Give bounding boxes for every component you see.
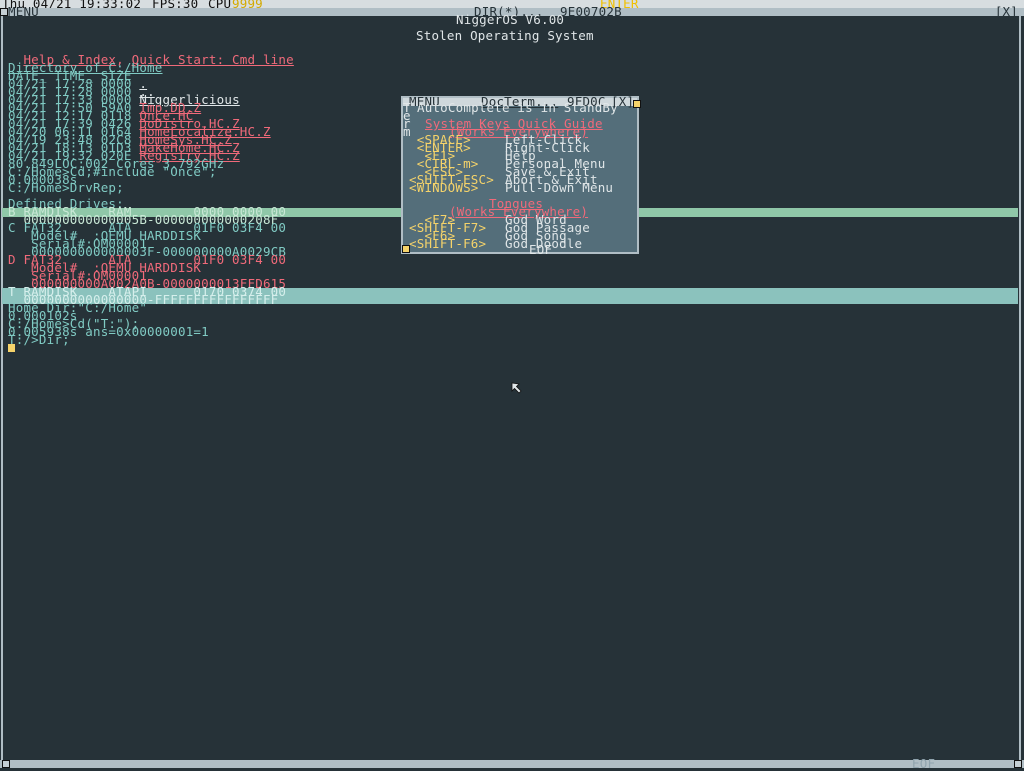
cpu-value: 9999 bbox=[232, 0, 263, 11]
popup-eof: EOF bbox=[529, 242, 553, 257]
popup-resize-handle-top-right[interactable] bbox=[633, 100, 641, 108]
key-desc: Pull-Down Menu bbox=[505, 180, 614, 195]
tongue-row[interactable]: <SHIFT-F6> bbox=[409, 237, 486, 250]
help-line: Help & Index, Quick Start: Cmd line bbox=[23, 52, 294, 67]
bottom-eof: EOF bbox=[912, 756, 936, 771]
os-title: NiggerOS V6.00 bbox=[456, 12, 565, 27]
resize-handle-bottom-right[interactable] bbox=[1014, 760, 1022, 768]
text-cursor bbox=[8, 344, 15, 352]
key-row[interactable]: <WINDOWS> bbox=[409, 181, 479, 194]
fps-text: FPS:30 bbox=[152, 0, 199, 11]
os-subtitle: Stolen Operating System bbox=[416, 28, 594, 43]
console-line: C:/Home>DrvRep; bbox=[8, 180, 124, 195]
docterm-popup[interactable]: MENU DocTerm... 9FD0C [X] T e r m AutoCo… bbox=[401, 95, 641, 257]
mouse-pointer-icon bbox=[511, 382, 522, 394]
menu-button[interactable]: MENU bbox=[8, 5, 39, 18]
cpu-label: CPU bbox=[208, 0, 232, 11]
window-bottom-bar: EOF bbox=[0, 756, 1024, 771]
resize-handle-bottom-left[interactable] bbox=[2, 760, 10, 768]
window-title-addr: 9E00702B bbox=[560, 4, 622, 19]
close-button[interactable]: [X] bbox=[995, 5, 1018, 18]
autocomplete-status: AutoComplete is in StandBy bbox=[417, 100, 618, 115]
console-line: T:/>Dir; bbox=[8, 332, 70, 347]
resize-handle-top-left[interactable] bbox=[0, 8, 8, 16]
